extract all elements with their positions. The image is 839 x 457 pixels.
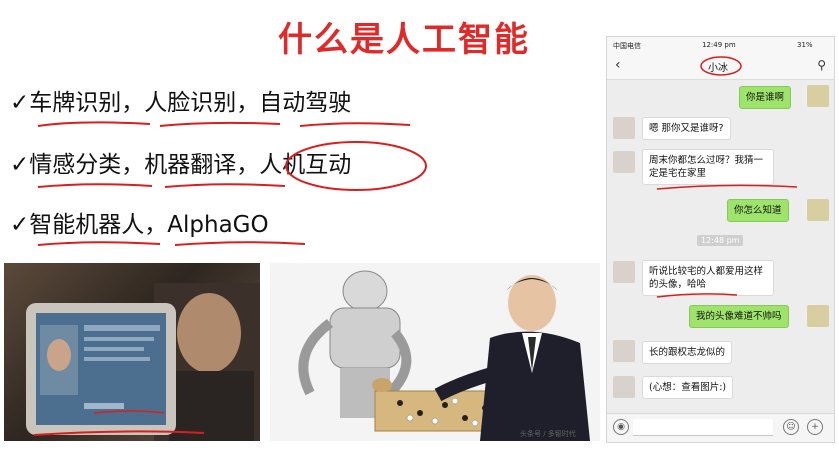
avatar-self	[807, 305, 829, 327]
avatar-contact	[613, 117, 635, 139]
chat-input-bar: ◉ ☺ +	[607, 413, 834, 442]
battery: 31%	[797, 41, 813, 49]
message-left: (心想：查看图片:)	[642, 376, 734, 399]
alphago-photo	[270, 263, 600, 441]
underline-1a	[37, 121, 151, 127]
bullet-1: ✓车牌识别，人脸识别，自动驾驶	[10, 90, 352, 116]
avatar-self	[807, 85, 829, 107]
message-left: 嗯 那你又是谁呀?	[642, 117, 731, 140]
avatar-contact	[613, 340, 635, 362]
underline-3a	[37, 241, 161, 246]
underline-1c	[299, 122, 411, 127]
underline-1b	[159, 121, 281, 127]
status-time: 12:49 pm	[702, 41, 736, 49]
slide: 什么是人工智能 ✓车牌识别，人脸识别，自动驾驶 ✓情感分类，机器翻译，人机互动 …	[0, 0, 839, 457]
status-bar: 中国电信 12:49 pm 31%	[607, 37, 834, 53]
message-left: 长的跟权志龙似的	[642, 341, 733, 364]
back-arrow-icon[interactable]: ‹	[615, 57, 621, 73]
watermark: 头条号 / 多智时代	[520, 430, 576, 438]
user-icon[interactable]: ⚲	[817, 58, 826, 72]
underline-2b	[164, 183, 286, 188]
slide-title: 什么是人工智能	[278, 20, 530, 60]
contact-circle-annotation	[700, 56, 742, 76]
plus-icon[interactable]: +	[807, 419, 823, 435]
message-right: 我的头像难道不帅吗	[689, 305, 789, 328]
voice-icon[interactable]: ◉	[613, 419, 629, 435]
bullet-2: ✓情感分类，机器翻译，人机互动	[10, 152, 352, 178]
face-recognition-photo	[4, 263, 260, 441]
underline-3b	[174, 241, 306, 246]
phone-chat: 中国电信 12:49 pm 31% ‹ 小冰 ⚲ 你是谁啊 嗯 那你又是谁呀? …	[606, 36, 835, 443]
carrier: 中国电信	[613, 42, 641, 50]
avatar-contact	[613, 376, 635, 398]
chat-underlines	[656, 184, 798, 298]
underline-2a	[37, 183, 153, 188]
message-input[interactable]	[633, 419, 773, 436]
bullet-3: ✓智能机器人，AlphaGO	[10, 212, 269, 238]
emoji-icon[interactable]: ☺	[783, 419, 799, 435]
message-right: 你是谁啊	[739, 86, 792, 109]
chat-header: ‹ 小冰 ⚲	[607, 53, 834, 80]
